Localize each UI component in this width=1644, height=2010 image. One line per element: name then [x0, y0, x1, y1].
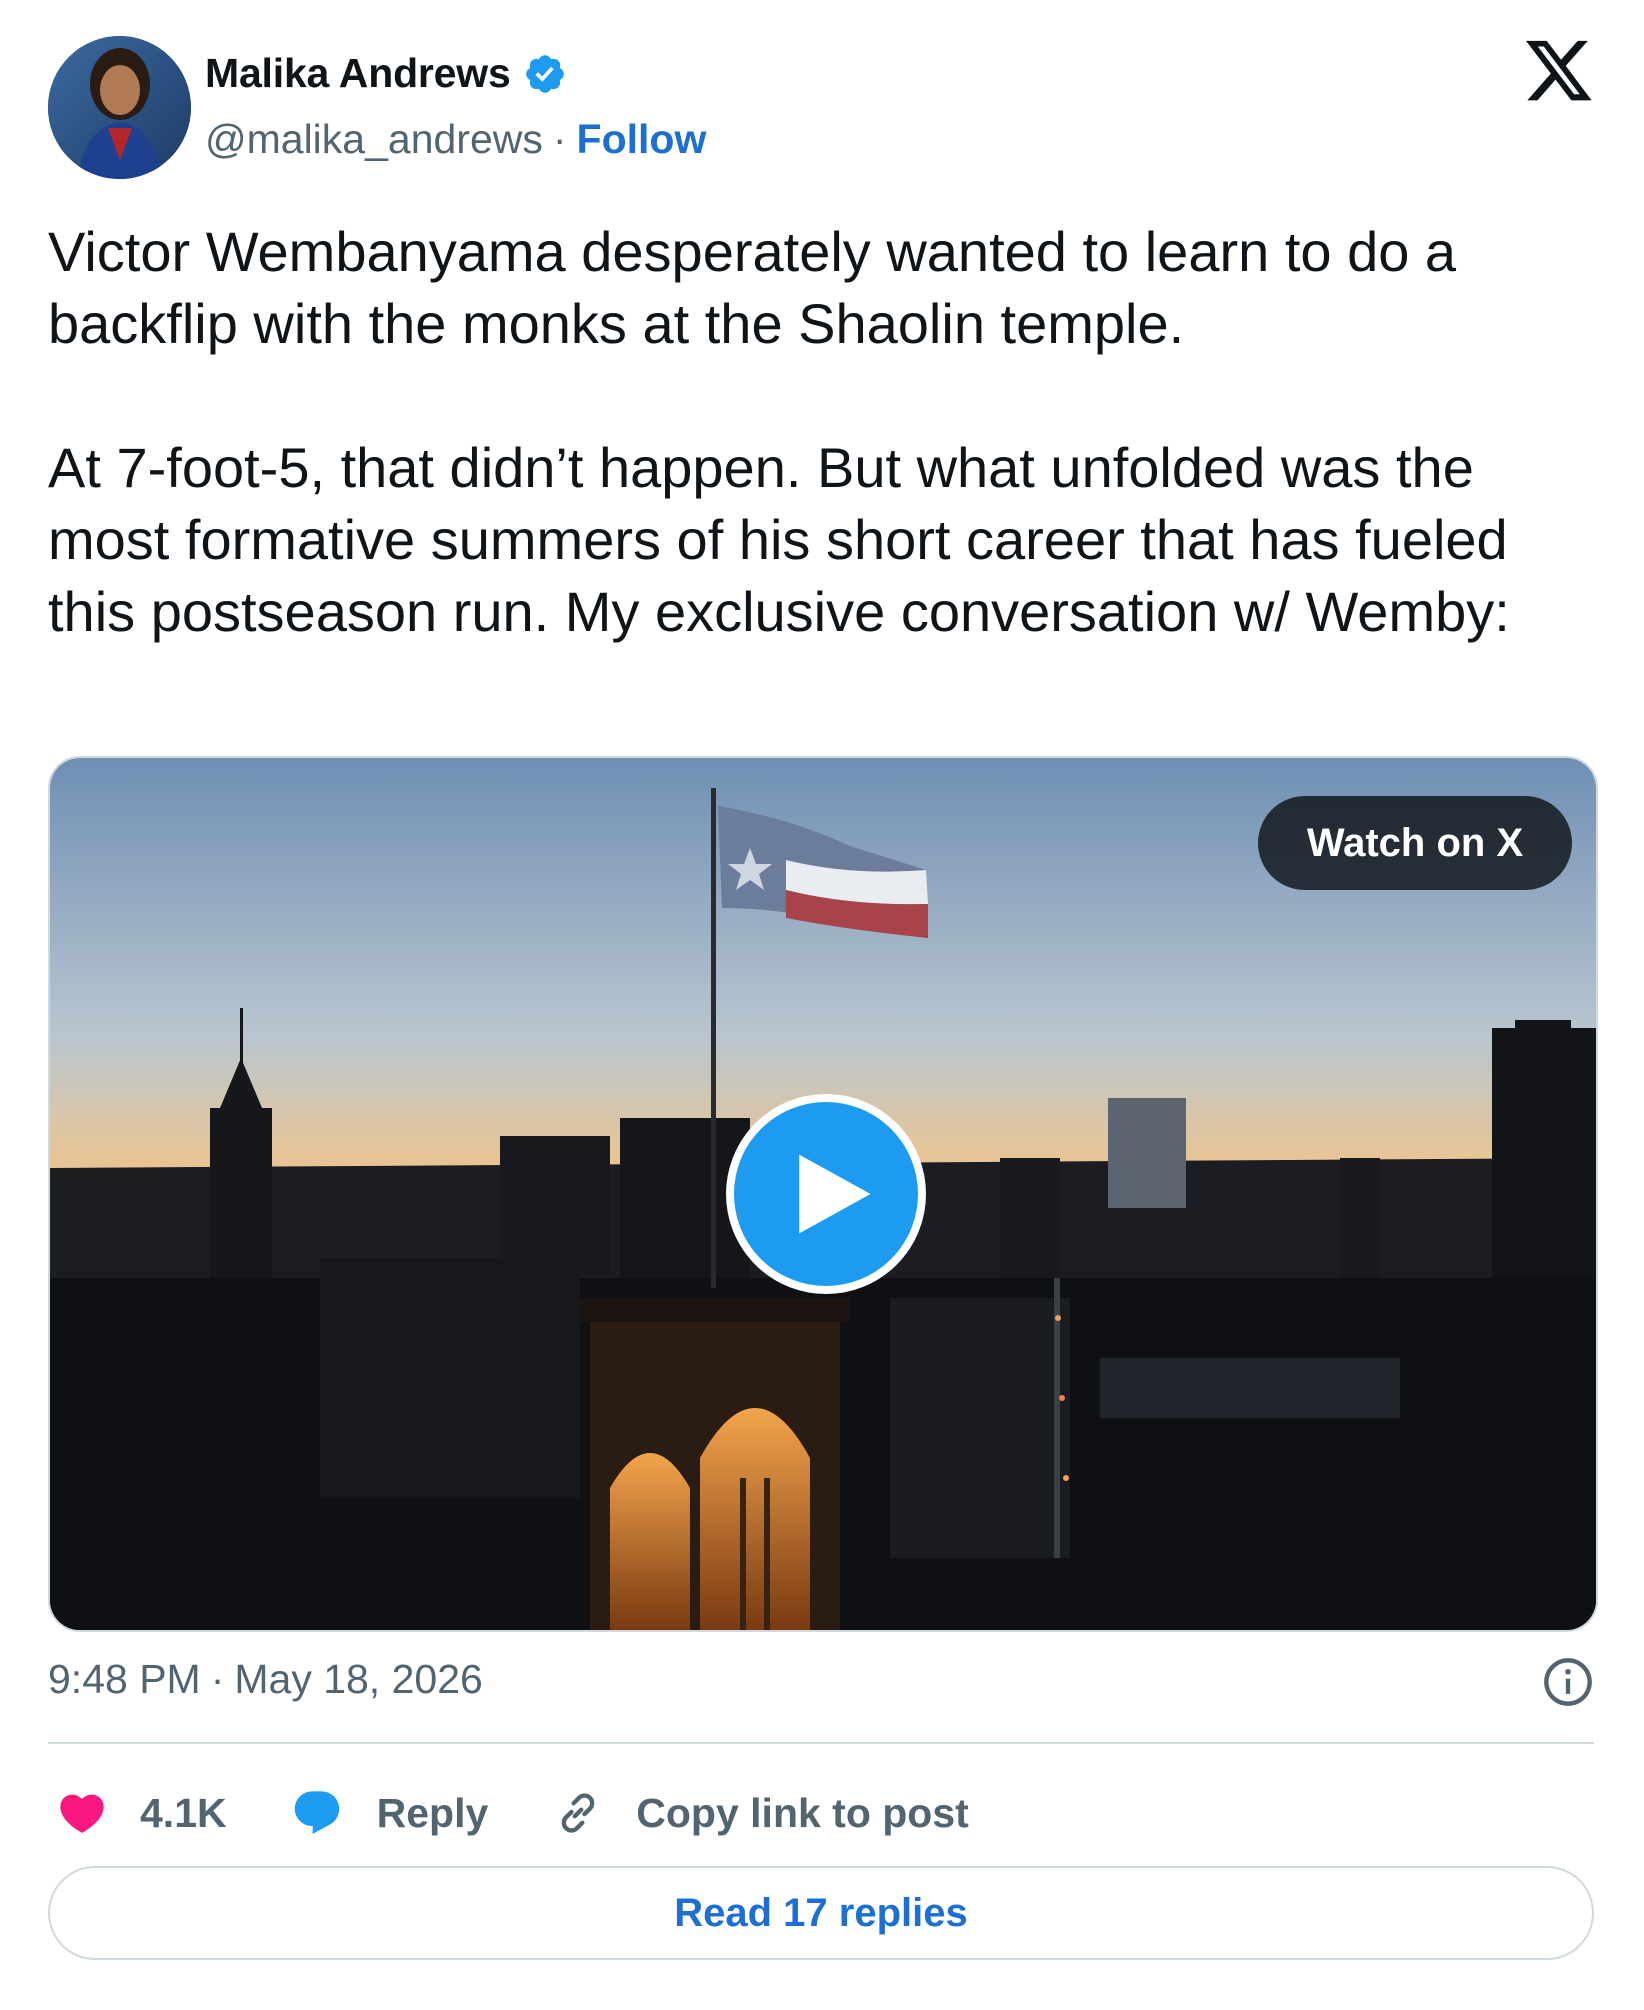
timestamp-separator: ·: [210, 1656, 225, 1702]
tweet-embed-card: Malika Andrews @malika_andrews · Follow …: [0, 0, 1644, 2010]
action-bar: 4.1K Reply Copy link to post: [56, 1778, 1033, 1848]
avatar[interactable]: [48, 36, 191, 179]
reply-button[interactable]: Reply: [291, 1787, 489, 1839]
post-date: May 18, 2026: [234, 1656, 483, 1702]
link-icon: [561, 1793, 595, 1833]
like-button[interactable]: 4.1K: [56, 1787, 227, 1839]
read-replies-button[interactable]: Read 17 replies: [48, 1866, 1594, 1960]
author-handle[interactable]: @malika_andrews: [205, 116, 543, 163]
copy-link-label: Copy link to post: [636, 1789, 969, 1836]
reply-bubble-icon: [294, 1791, 339, 1835]
play-icon: [799, 1154, 871, 1234]
post-time: 9:48 PM: [48, 1656, 201, 1702]
like-count: 4.1K: [140, 1789, 227, 1836]
heart-icon: [60, 1794, 104, 1833]
tweet-paragraph: Victor Wembanyama desperately wanted to …: [48, 220, 1457, 355]
verified-badge-icon: [525, 54, 564, 93]
divider: [48, 1742, 1594, 1744]
timestamp-row[interactable]: 9:48 PM · May 18, 2026: [48, 1656, 483, 1703]
copy-link-button[interactable]: Copy link to post: [552, 1787, 969, 1839]
follow-button[interactable]: Follow: [577, 116, 707, 163]
avatar-image: [48, 36, 191, 179]
reply-label: Reply: [376, 1789, 489, 1836]
tweet-body: Victor Wembanyama desperately wanted to …: [48, 216, 1608, 648]
tweet-paragraph: At 7-foot-5, that didn’t happen. But wha…: [48, 436, 1510, 643]
x-logo-icon[interactable]: [1526, 40, 1594, 104]
video-media[interactable]: Watch on X: [48, 756, 1598, 1632]
play-button[interactable]: [726, 1094, 926, 1294]
info-icon[interactable]: [1542, 1656, 1594, 1708]
author-handle-row: @malika_andrews · Follow: [205, 116, 706, 163]
author-display-name[interactable]: Malika Andrews: [205, 50, 511, 97]
handle-separator: ·: [552, 116, 567, 162]
watch-on-x-button[interactable]: Watch on X: [1258, 796, 1572, 890]
author-name-row: Malika Andrews: [205, 50, 567, 97]
